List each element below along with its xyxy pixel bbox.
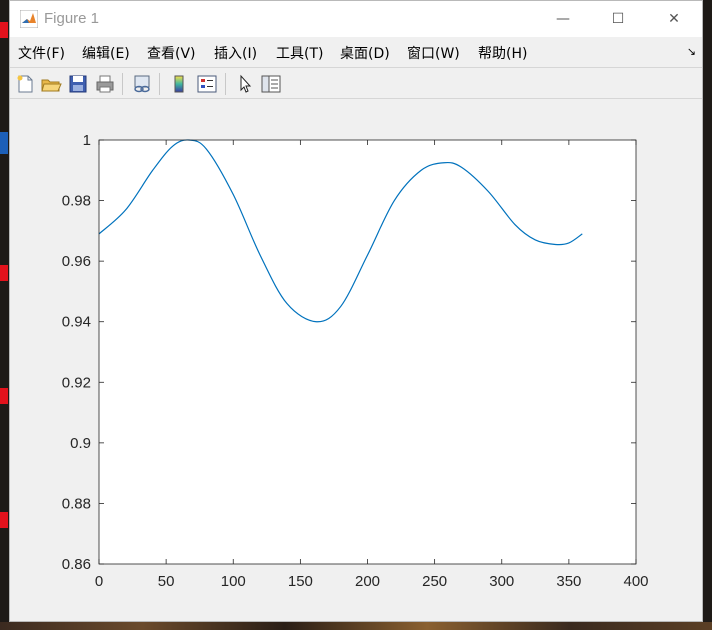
menu-desktop[interactable]: 桌面(D) (340, 43, 390, 63)
line-chart[interactable]: 0 50 100 150 200 250 300 350 400 0.86 0.88 0.9 0.92 0… (10, 99, 702, 621)
menu-view[interactable]: 查看(V) (147, 43, 196, 63)
figure-window: Figure 1 — ☐ ✕ 文件(F) 编辑(E) 查看(V) 插入(I) 工… (9, 0, 703, 622)
toolbar-separator (225, 73, 226, 95)
x-tick-label: 50 (158, 573, 175, 590)
menu-tools[interactable]: 工具(T) (276, 43, 323, 63)
x-tick-label: 300 (489, 573, 514, 590)
minimize-button[interactable]: — (540, 1, 586, 37)
desktop-fragment (0, 22, 8, 38)
x-tick-label: 100 (221, 573, 246, 590)
toolbar-separator (122, 73, 123, 95)
menu-edit[interactable]: 编辑(E) (82, 43, 130, 63)
menu-bar: 文件(F) 编辑(E) 查看(V) 插入(I) 工具(T) 桌面(D) 窗口(W… (10, 39, 702, 65)
matlab-logo-icon (20, 10, 38, 28)
y-tick-label: 0.86 (62, 556, 91, 573)
y-tick-label: 0.96 (62, 253, 91, 270)
close-button[interactable]: ✕ (651, 1, 697, 37)
link-plot-icon[interactable] (131, 73, 153, 95)
window-title: Figure 1 (44, 10, 100, 27)
y-tick-label: 1 (83, 132, 91, 149)
axes-background (99, 140, 636, 564)
pointer-icon[interactable] (234, 73, 256, 95)
menu-insert[interactable]: 插入(I) (214, 43, 257, 63)
legend-icon[interactable] (196, 73, 218, 95)
figure-canvas: 0 50 100 150 200 250 300 350 400 0.86 0.88 0.9 0.92 0… (10, 99, 702, 623)
desktop-fragment (0, 265, 8, 281)
menu-help[interactable]: 帮助(H) (478, 43, 527, 63)
toolbar-separator (159, 73, 160, 95)
x-tick-label: 400 (623, 573, 648, 590)
desktop-fragment (0, 132, 8, 154)
property-inspector-icon[interactable] (260, 73, 282, 95)
x-tick-label: 350 (556, 573, 581, 590)
maximize-button[interactable]: ☐ (595, 1, 641, 37)
y-tick-label: 0.88 (62, 495, 91, 512)
new-figure-icon[interactable] (14, 73, 36, 95)
desktop-taskbar-fragment (0, 622, 712, 630)
y-tick-label: 0.92 (62, 374, 91, 391)
menubar-overflow-icon[interactable]: ↘ (687, 45, 696, 58)
x-tick-label: 0 (95, 573, 103, 590)
menu-file[interactable]: 文件(F) (18, 43, 65, 63)
desktop-fragment (0, 388, 8, 404)
print-icon[interactable] (94, 73, 116, 95)
save-icon[interactable] (67, 73, 89, 95)
y-tick-label: 0.94 (62, 314, 91, 331)
desktop-fragment (0, 512, 8, 528)
menu-window[interactable]: 窗口(W) (407, 43, 460, 63)
colorbar-icon[interactable] (168, 73, 190, 95)
x-tick-label: 150 (288, 573, 313, 590)
x-tick-label: 250 (422, 573, 447, 590)
open-file-icon[interactable] (40, 73, 62, 95)
figure-toolbar (10, 67, 702, 99)
y-tick-label: 0.9 (70, 435, 91, 452)
x-tick-label: 200 (355, 573, 380, 590)
title-bar[interactable]: Figure 1 — ☐ ✕ (10, 1, 702, 37)
y-tick-label: 0.98 (62, 193, 91, 210)
